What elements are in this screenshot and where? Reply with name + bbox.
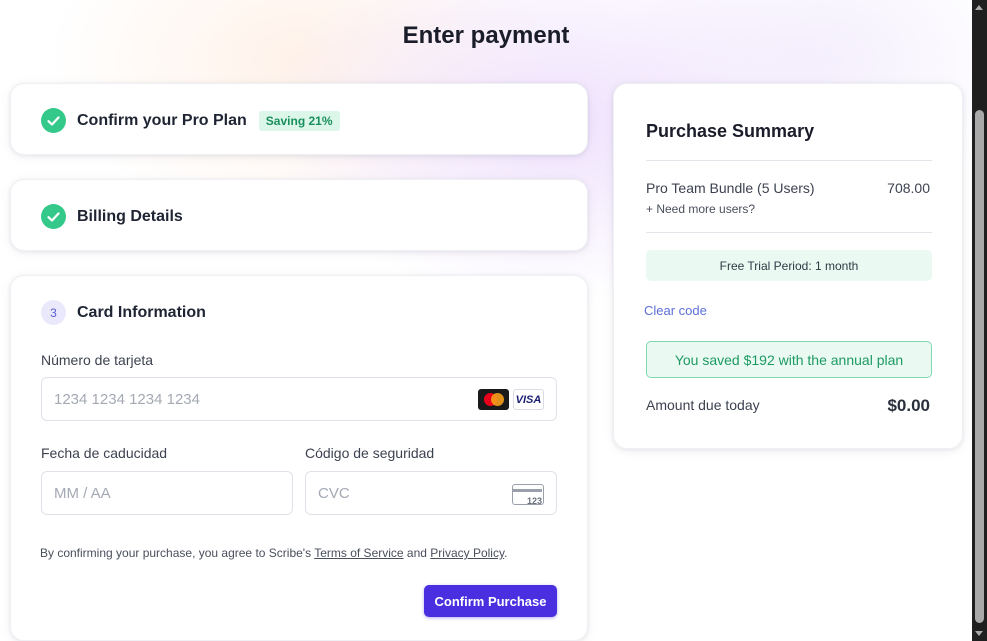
scroll-thumb[interactable] <box>975 110 984 623</box>
cvc-placeholder: CVC <box>318 484 350 502</box>
terms-suffix: . <box>504 546 508 560</box>
item-name: Pro Team Bundle (5 Users) <box>646 180 815 196</box>
amount-due-label: Amount due today <box>646 397 760 413</box>
cvc-input[interactable]: CVC 123 <box>305 471 557 515</box>
scroll-down-icon[interactable] <box>975 631 983 636</box>
divider <box>646 160 932 161</box>
card-number-label: Número de tarjeta <box>41 352 154 368</box>
divider <box>646 232 932 233</box>
privacy-policy-link[interactable]: Privacy Policy <box>430 546 504 560</box>
terms-and: and <box>403 546 431 560</box>
saving-badge: Saving 21% <box>258 110 340 131</box>
terms-of-service-link[interactable]: Terms of Service <box>314 546 403 560</box>
cvc-label: Código de seguridad <box>305 445 435 461</box>
expiry-placeholder: MM / AA <box>54 484 111 502</box>
mastercard-icon <box>478 389 509 410</box>
free-trial-banner: Free Trial Period: 1 month <box>646 250 932 281</box>
expiry-input[interactable]: MM / AA <box>41 471 293 515</box>
item-price: 708.00 <box>887 180 930 196</box>
step-title: Billing Details <box>77 207 183 225</box>
step-number: 3 <box>41 300 66 325</box>
clear-code-link[interactable]: Clear code <box>644 303 707 318</box>
terms-prefix: By confirming your purchase, you agree t… <box>40 546 315 560</box>
expiry-label: Fecha de caducidad <box>41 445 168 461</box>
cvc-icon-text: 123 <box>526 496 542 506</box>
step-confirm-plan[interactable]: Confirm your Pro Plan Saving 21% <box>10 83 588 155</box>
need-more-users-link[interactable]: + Need more users? <box>646 202 755 216</box>
check-icon <box>41 108 66 133</box>
step-title: Confirm your Pro Plan <box>77 111 247 129</box>
step-title: Card Information <box>77 303 206 321</box>
visa-icon: VISA <box>513 389 544 410</box>
check-icon <box>41 204 66 229</box>
terms-text: By confirming your purchase, you agree t… <box>40 546 507 560</box>
summary-title: Purchase Summary <box>646 121 815 141</box>
savings-banner: You saved $192 with the annual plan <box>646 341 932 378</box>
card-number-placeholder: 1234 1234 1234 1234 <box>54 390 200 408</box>
page-title: Enter payment <box>402 22 570 49</box>
step-billing-details[interactable]: Billing Details <box>10 179 588 251</box>
amount-due-value: $0.00 <box>887 396 930 415</box>
cvc-card-icon: 123 <box>512 484 544 506</box>
scroll-up-icon[interactable] <box>975 5 983 10</box>
scrollbar[interactable] <box>972 0 987 641</box>
purchase-summary: Purchase Summary Pro Team Bundle (5 User… <box>613 83 963 449</box>
confirm-purchase-button[interactable]: Confirm Purchase <box>424 585 557 617</box>
card-number-input[interactable]: 1234 1234 1234 1234 VISA <box>41 377 557 421</box>
